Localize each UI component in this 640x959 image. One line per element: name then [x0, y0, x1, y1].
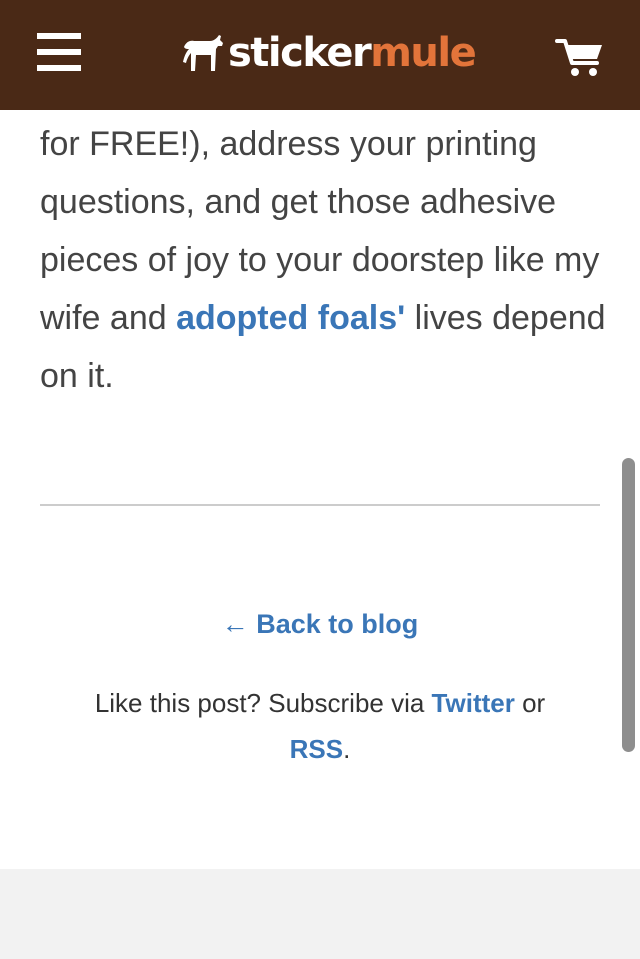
left-arrow-icon: ← [221, 609, 249, 639]
adopted-foals-link[interactable]: adopted foals' [176, 299, 405, 337]
subscribe-or: or [514, 688, 546, 718]
mule-logo-icon [183, 35, 223, 71]
top-navigation-bar: stickermule [0, 0, 640, 110]
menu-line-middle [37, 49, 81, 55]
menu-line-bottom [37, 65, 81, 71]
logo-word-sticker: sticker [228, 30, 372, 76]
footer-background [0, 869, 640, 959]
back-to-blog-link[interactable]: ← Back to blog [222, 609, 419, 639]
back-to-blog-label: Back to blog [256, 609, 419, 639]
hamburger-menu-icon[interactable] [37, 33, 81, 73]
twitter-link[interactable]: Twitter [432, 688, 515, 718]
menu-line-top [37, 33, 81, 39]
page: stickermule for FREE!), address your pri… [0, 0, 640, 959]
logo-word-mule: mule [370, 30, 477, 76]
stickermule-logo[interactable]: stickermule [180, 28, 477, 78]
logo-text: stickermule [228, 28, 477, 78]
article-body: for FREE!), address your printing questi… [40, 115, 610, 405]
subscribe-period: . [343, 734, 351, 764]
cart-icon-graphic [555, 39, 602, 76]
shopping-cart-icon[interactable] [555, 36, 605, 78]
section-divider [40, 504, 600, 506]
back-to-blog-row: ← Back to blog [0, 604, 640, 644]
vertical-scrollbar[interactable] [622, 458, 635, 752]
subscribe-text: Like this post? Subscribe via Twitter or… [60, 680, 580, 772]
subscribe-prefix: Like this post? Subscribe via [94, 688, 432, 718]
rss-link[interactable]: RSS [290, 734, 343, 764]
